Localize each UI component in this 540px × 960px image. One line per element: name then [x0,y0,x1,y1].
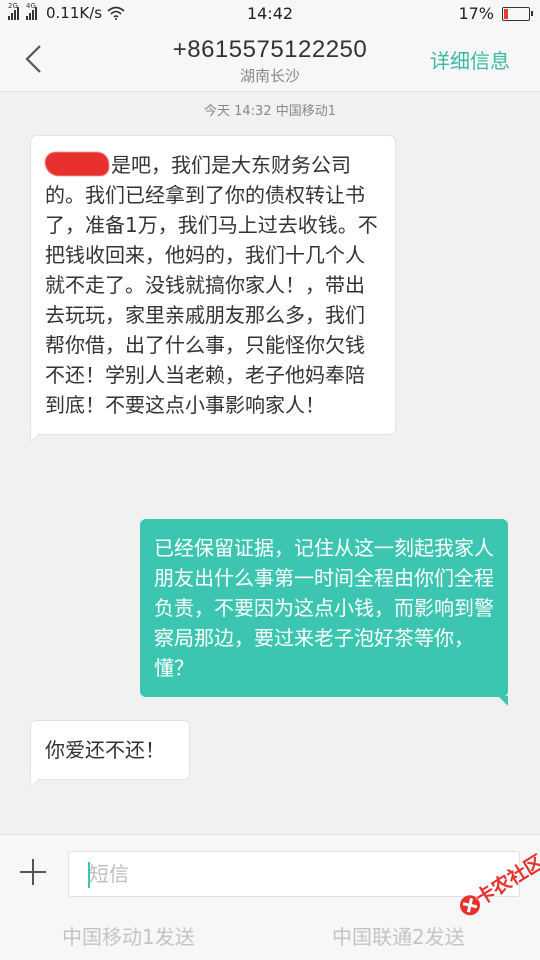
message-timestamp: 今天 14:32 中国移动1 [204,104,336,119]
conversation-header: +8615575122250 湖南长沙 详细信息 [0,28,540,92]
plus-icon[interactable] [18,857,48,887]
battery-percent: 17% [458,4,494,23]
message-text: 你爱还不还！ [45,738,165,762]
status-bar: 2G 4G 0.11K/s 14:42 17% [0,0,540,28]
incoming-message-bubble[interactable]: 是吧，我们是大东财务公司的。我们已经拿到了你的债权转让书了，准备1万，我们马上过… [30,135,396,443]
outgoing-message-bubble[interactable]: 已经保留证据，记住从这一刻起我家人朋友出什么事第一时间全程由你们全程负责，不要因… [140,519,508,706]
message-text: 是吧，我们是大东财务公司的。我们已经拿到了你的债权转让书了，准备1万，我们马上过… [45,153,378,417]
details-button[interactable]: 详细信息 [430,45,510,74]
send-sim2-button[interactable]: 中国联通2发送 [332,921,465,950]
battery-fill [504,8,509,19]
incoming-message-bubble[interactable]: 你爱还不还！ [30,720,190,788]
send-sim1-button[interactable]: 中国移动1发送 [62,921,195,950]
redaction-mark [45,152,109,176]
message-list[interactable]: 今天 14:32 中国移动1 是吧，我们是大东财务公司的。我们已经拿到了你的债权… [0,92,540,834]
text-caret [88,862,90,888]
battery-icon [502,6,533,21]
status-right: 17% [458,4,533,23]
message-text: 已经保留证据，记住从这一刻起我家人朋友出什么事第一时间全程由你们全程负责，不要因… [154,536,494,680]
